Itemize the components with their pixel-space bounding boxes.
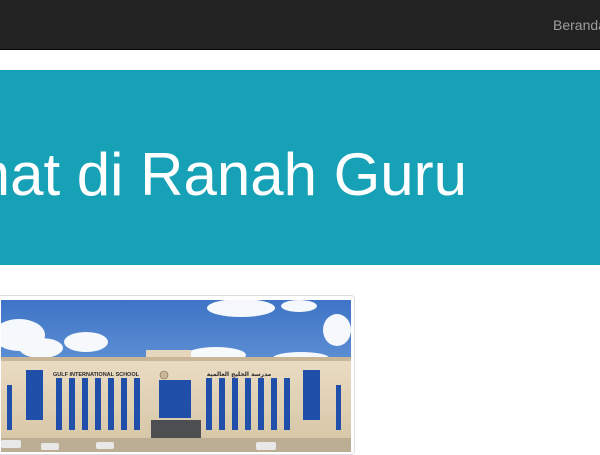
sign-english-text: GULF INTERNATIONAL SCHOOL xyxy=(53,372,140,378)
school-building-photo: GULF INTERNATIONAL SCHOOL مدرسة الخليج ا… xyxy=(1,300,351,452)
sign-arabic-text: مدرسة الخليج العالمية xyxy=(207,371,272,378)
nav-link-beranda[interactable]: Beranda xyxy=(553,17,600,33)
hero-jumbotron: Selamat di Ranah Guru xyxy=(0,70,600,265)
school-photo-thumbnail: GULF INTERNATIONAL SCHOOL مدرسة الخليج ا… xyxy=(0,295,355,455)
hero-title: Selamat di Ranah Guru xyxy=(0,141,468,208)
top-navbar: Beranda xyxy=(0,0,600,50)
